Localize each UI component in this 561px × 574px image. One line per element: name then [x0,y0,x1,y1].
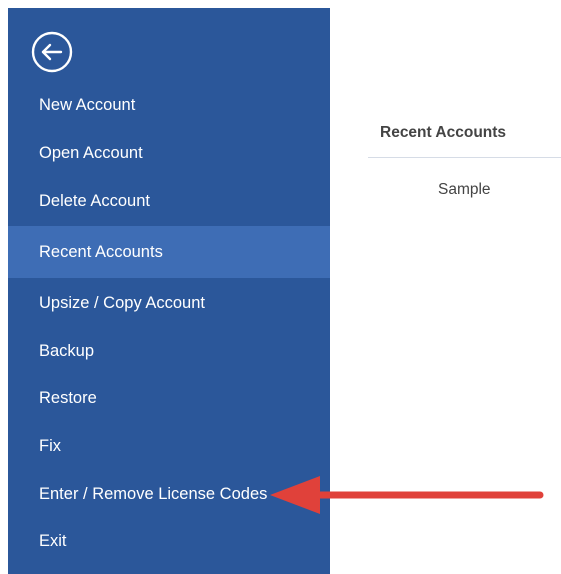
menu-item-exit[interactable]: Exit [8,518,330,564]
account-backstage-screen: New Account Open Account Delete Account … [0,0,561,574]
menu-item-recent-accounts[interactable]: Recent Accounts [8,226,330,278]
recent-accounts-heading: Recent Accounts [380,124,507,141]
recent-accounts-divider [368,157,561,158]
menu-item-delete-account[interactable]: Delete Account [8,178,330,224]
menu-item-fix[interactable]: Fix [8,423,330,469]
arrow-left-circle-icon [31,31,73,73]
back-button[interactable] [30,30,74,74]
menu-item-restore[interactable]: Restore [8,375,330,421]
menu-item-new-account[interactable]: New Account [8,82,330,128]
red-arrow-pointing-left-icon [270,476,544,514]
menu-item-open-account[interactable]: Open Account [8,130,330,176]
menu-item-upsize-copy-account[interactable]: Upsize / Copy Account [8,280,330,326]
menu-item-backup[interactable]: Backup [8,328,330,374]
recent-account-item[interactable]: Sample [438,181,491,199]
